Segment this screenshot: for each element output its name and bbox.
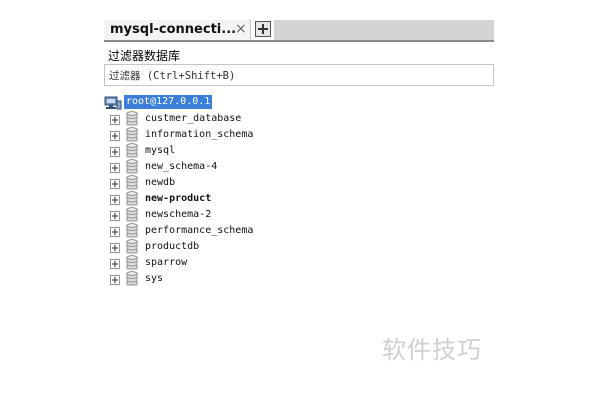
tree-root-connection[interactable]: root@127.0.0.1 xyxy=(104,94,224,110)
list-item[interactable]: custmer_database xyxy=(108,111,308,127)
expand-icon[interactable] xyxy=(110,211,120,221)
tab-strip: mysql-connecti... × xyxy=(104,18,494,42)
list-item[interactable]: mysql xyxy=(108,143,308,159)
expand-icon[interactable] xyxy=(110,131,120,141)
expand-icon[interactable] xyxy=(110,259,120,269)
root-connection-label[interactable]: root@127.0.0.1 xyxy=(124,95,213,109)
list-item[interactable]: new-product xyxy=(108,191,308,207)
tab-title: mysql-connecti... xyxy=(110,22,237,37)
filter-placeholder: 过滤器 (Ctrl+Shift+B) xyxy=(109,70,236,82)
tab-strip-empty-area xyxy=(274,20,494,40)
database-label: newschema-2 xyxy=(145,209,212,220)
tab-mysql-connection[interactable]: mysql-connecti... × xyxy=(104,20,251,40)
expand-icon[interactable] xyxy=(110,243,120,253)
close-icon[interactable]: × xyxy=(235,21,247,37)
expand-icon[interactable] xyxy=(110,115,120,125)
expand-icon[interactable] xyxy=(110,275,120,285)
database-label: newdb xyxy=(145,177,176,188)
database-label: sparrow xyxy=(145,257,188,268)
database-label: sys xyxy=(145,273,164,284)
filter-heading: 过滤器数据库 xyxy=(108,49,181,63)
database-label: productdb xyxy=(145,241,200,252)
watermark: 软件技巧 xyxy=(382,336,482,364)
list-item[interactable]: newdb xyxy=(108,175,308,191)
database-label: new_schema-4 xyxy=(145,161,218,172)
expand-icon[interactable] xyxy=(110,179,120,189)
list-item[interactable]: new_schema-4 xyxy=(108,159,308,175)
list-item[interactable]: performance_schema xyxy=(108,223,308,239)
expand-icon[interactable] xyxy=(110,195,120,205)
list-item[interactable]: newschema-2 xyxy=(108,207,308,223)
database-label: mysql xyxy=(145,145,176,156)
expand-icon[interactable] xyxy=(110,163,120,173)
database-label: custmer_database xyxy=(145,113,242,124)
list-item[interactable]: information_schema xyxy=(108,127,308,143)
database-label: information_schema xyxy=(145,129,254,140)
filter-input[interactable]: 过滤器 (Ctrl+Shift+B) xyxy=(104,64,494,86)
list-item[interactable]: sparrow xyxy=(108,255,308,271)
database-label: performance_schema xyxy=(145,225,254,236)
expand-icon[interactable] xyxy=(110,227,120,237)
expand-icon[interactable] xyxy=(110,147,120,157)
database-label: new-product xyxy=(145,193,212,204)
plus-icon[interactable] xyxy=(255,21,271,37)
list-item[interactable]: sys xyxy=(108,271,308,287)
database-icon xyxy=(126,271,138,291)
list-item[interactable]: productdb xyxy=(108,239,308,255)
